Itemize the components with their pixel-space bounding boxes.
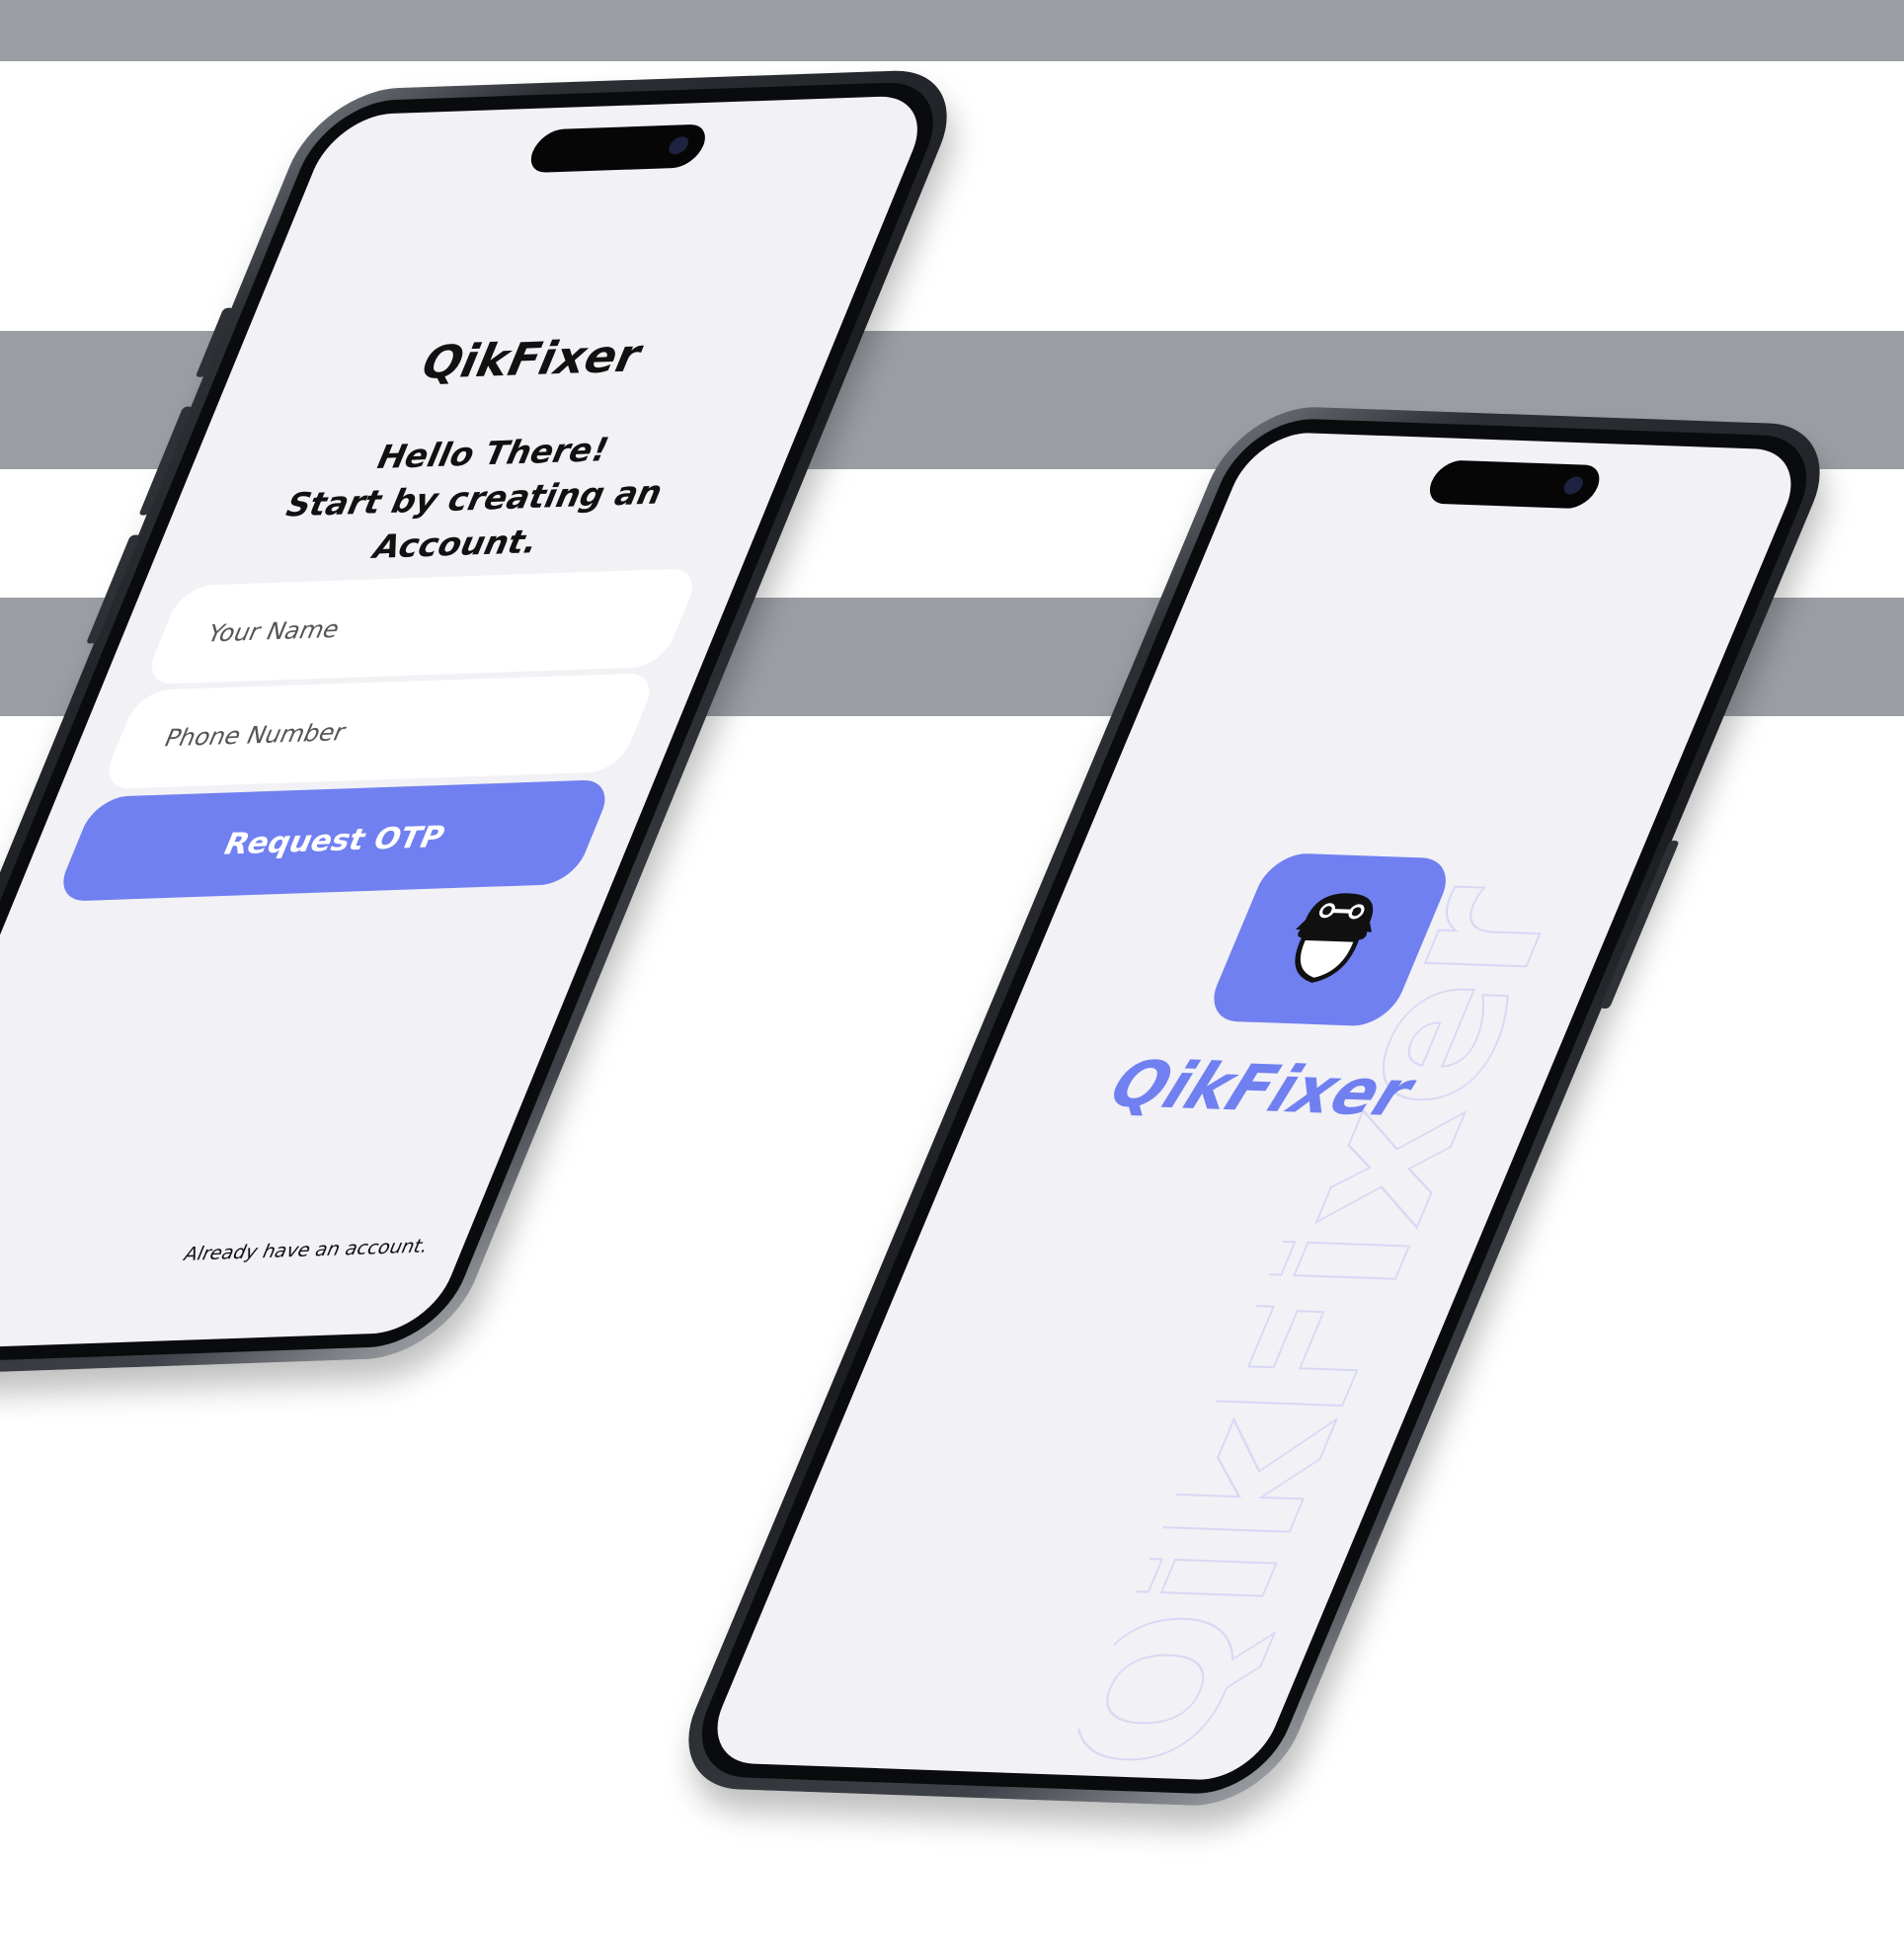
brand-title: QikFixer <box>412 328 652 389</box>
camera-lens-icon <box>666 135 691 155</box>
phone-field[interactable] <box>99 672 660 790</box>
name-input[interactable] <box>142 568 702 686</box>
phone-number-input[interactable] <box>99 672 660 790</box>
request-otp-button[interactable]: Request OTP <box>52 778 616 902</box>
greeting-heading: Hello There! Start by creating an Accoun… <box>177 422 772 577</box>
name-field[interactable] <box>142 568 702 686</box>
camera-lens-icon <box>1560 476 1586 495</box>
dynamic-island <box>1422 459 1607 510</box>
background-band-top <box>0 0 1904 61</box>
login-link[interactable]: Already have an account. <box>181 1236 433 1265</box>
dynamic-island <box>523 123 713 174</box>
